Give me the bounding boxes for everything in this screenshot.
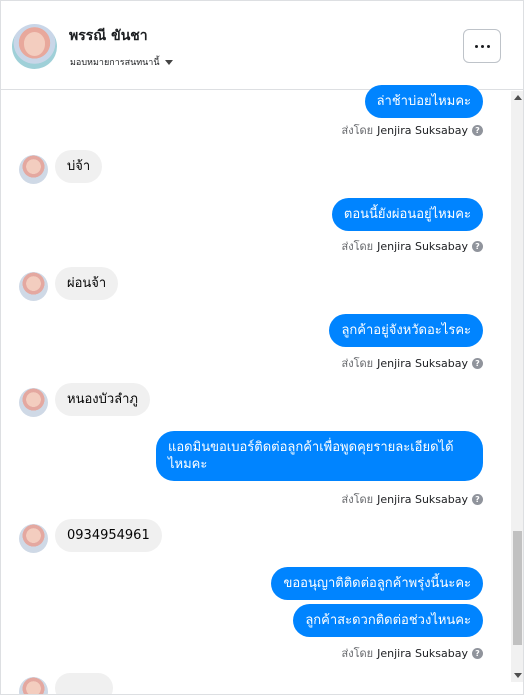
sent-by-label: ส่งโดย Jenjira Suksabay ? <box>342 490 483 508</box>
incoming-message[interactable]: 0934954961 <box>55 519 162 552</box>
contact-avatar-small <box>19 155 48 184</box>
incoming-message[interactable] <box>55 673 113 694</box>
scroll-up-arrow-icon[interactable] <box>514 95 522 100</box>
outgoing-message[interactable]: ล่าช้าบ่อยไหมคะ <box>364 85 483 118</box>
more-options-button[interactable] <box>463 29 501 63</box>
help-icon[interactable]: ? <box>472 357 483 369</box>
contact-avatar-small <box>19 272 48 301</box>
outgoing-message[interactable]: ตอนนี้ยังผ่อนอยู่ไหมคะ <box>331 198 483 231</box>
help-icon[interactable]: ? <box>472 240 483 252</box>
help-icon[interactable]: ? <box>472 124 483 136</box>
contact-name[interactable]: พรรณี ขันชา <box>69 25 148 47</box>
conversation-header: พรรณี ขันชา มอบหมายการสนทนานี้ <box>1 1 523 90</box>
help-icon[interactable]: ? <box>472 647 483 659</box>
caret-down-icon <box>164 60 173 65</box>
contact-avatar-small <box>19 677 48 694</box>
assign-conversation-label: มอบหมายการสนทนานี้ <box>70 58 160 68</box>
outgoing-message[interactable]: แอดมินขอเบอร์ติดต่อลูกค้าเพื่อพูดคุยรายล… <box>156 431 483 481</box>
contact-avatar-small <box>19 388 48 417</box>
more-horizontal-icon <box>474 44 478 48</box>
scrollbar-thumb[interactable] <box>513 531 522 645</box>
sent-by-label: ส่งโดย Jenjira Suksabay ? <box>342 354 483 372</box>
sent-by-label: ส่งโดย Jenjira Suksabay ? <box>342 237 483 255</box>
contact-avatar[interactable] <box>12 24 57 69</box>
outgoing-message[interactable]: ลูกค้าอยู่จังหวัดอะไรคะ <box>329 314 483 347</box>
contact-avatar-small <box>19 524 48 553</box>
sent-by-label: ส่งโดย Jenjira Suksabay ? <box>342 121 483 139</box>
sent-by-label: ส่งโดย Jenjira Suksabay ? <box>342 644 483 662</box>
assign-conversation-dropdown[interactable]: มอบหมายการสนทนานี้ <box>70 55 173 69</box>
incoming-message[interactable]: บ่จ้า <box>55 150 103 183</box>
incoming-message[interactable]: หนองบัวลำภู <box>55 383 150 416</box>
outgoing-message[interactable]: ลูกค้าสะดวกติดต่อช่วงไหนคะ <box>293 604 483 637</box>
scroll-down-arrow-icon[interactable] <box>514 673 522 678</box>
help-icon[interactable]: ? <box>472 493 483 505</box>
incoming-message[interactable]: ผ่อนจ้า <box>55 267 119 300</box>
conversation-panel: พรรณี ขันชา มอบหมายการสนทนานี้ ล่าช้าบ่อ… <box>0 0 524 695</box>
message-scrollbar[interactable] <box>511 91 523 682</box>
outgoing-message[interactable]: ขออนุญาติติดต่อลูกค้าพรุ่งนี้นะคะ <box>271 567 483 600</box>
